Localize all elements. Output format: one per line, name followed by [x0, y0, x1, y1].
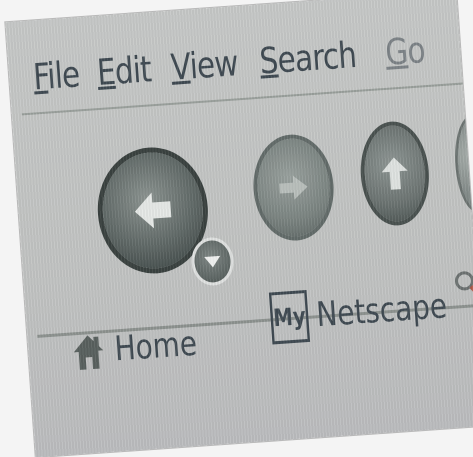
menu-edit-rest: dit: [113, 48, 153, 93]
home-button[interactable]: Home: [69, 324, 198, 373]
menu-search[interactable]: Search: [259, 34, 358, 82]
stop-button[interactable]: [455, 116, 473, 211]
arrow-left-icon: [134, 192, 172, 229]
monitor-photo: File Edit View Search Go Home My Netscap…: [5, 0, 473, 457]
menu-go[interactable]: Go: [384, 30, 426, 74]
menu-view[interactable]: View: [169, 43, 238, 89]
stop-icon: [469, 154, 473, 174]
personal-toolbar: Home My Netscape: [32, 222, 473, 433]
reload-icon: [381, 157, 408, 190]
menu-view-rest: iew: [188, 42, 239, 88]
my-netscape-button[interactable]: My Netscape: [268, 280, 449, 345]
house-icon: [73, 335, 104, 370]
arrow-right-icon: [279, 175, 308, 200]
menu-go-rest: o: [406, 29, 427, 72]
search-icon[interactable]: [452, 266, 473, 308]
menu-file[interactable]: File: [32, 54, 81, 98]
menu-file-rest: ile: [45, 53, 81, 97]
my-box-icon: My: [268, 289, 311, 345]
netscape-label: Netscape: [315, 286, 449, 336]
menu-edit[interactable]: Edit: [96, 49, 153, 94]
reload-button[interactable]: [361, 123, 429, 224]
magnifier-icon: [455, 271, 473, 298]
forward-button[interactable]: [254, 136, 333, 239]
home-label: Home: [113, 323, 199, 370]
menu-search-rest: earch: [276, 34, 358, 81]
